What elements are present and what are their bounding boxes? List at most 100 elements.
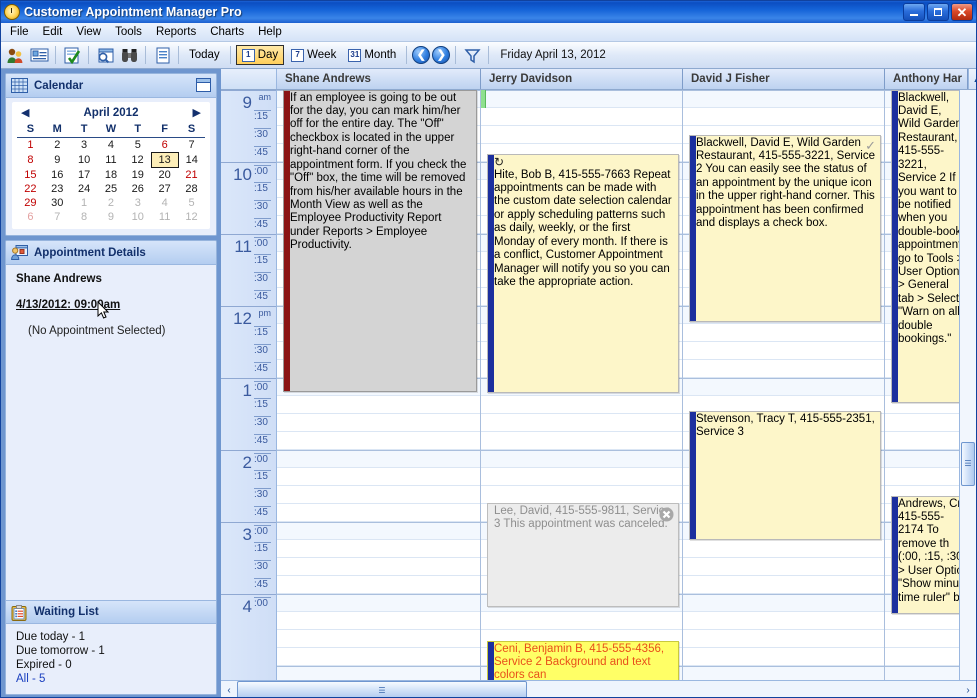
calendar-day[interactable]: 2 <box>44 138 71 153</box>
time-slot[interactable] <box>277 431 480 450</box>
time-slot[interactable] <box>277 467 480 486</box>
menu-tools[interactable]: Tools <box>108 24 149 40</box>
calendar-day[interactable]: 6 <box>151 138 178 153</box>
time-slot[interactable] <box>683 341 884 360</box>
calendar-day[interactable]: 9 <box>98 210 125 224</box>
vertical-scroll-thumb[interactable]: ☰ <box>961 441 975 486</box>
calendar-day[interactable]: 4 <box>151 196 178 210</box>
horizontal-scrollbar[interactable]: ‹ ☰ › <box>221 680 976 697</box>
menu-charts[interactable]: Charts <box>203 24 251 40</box>
scroll-right-icon[interactable]: › <box>960 681 976 697</box>
time-slot[interactable] <box>481 611 682 630</box>
previous-day-icon[interactable]: ❮ <box>412 46 431 64</box>
calendar-day[interactable]: 12 <box>178 210 205 224</box>
filter-icon[interactable] <box>461 44 483 66</box>
calendar-day[interactable]: 25 <box>98 182 125 196</box>
close-button[interactable]: ✕ <box>951 3 973 21</box>
calendar-day[interactable]: 17 <box>71 168 98 183</box>
calendar-day[interactable]: 18 <box>98 168 125 183</box>
menu-view[interactable]: View <box>69 24 108 40</box>
time-slot[interactable] <box>683 539 884 558</box>
appointment-column-david-j-fisher[interactable]: ✓ Blackwell, David E, Wild Garden Restaur… <box>683 89 885 680</box>
time-slot[interactable] <box>481 485 682 504</box>
calendar-day[interactable]: 15 <box>17 168 44 183</box>
calendar-day[interactable]: 11 <box>98 153 125 168</box>
calendar-day[interactable]: 28 <box>178 182 205 196</box>
waiting-due-tomorrow[interactable]: Due tomorrow - 1 <box>16 644 206 658</box>
time-slot[interactable] <box>481 413 682 432</box>
calendar-day[interactable]: 11 <box>151 210 178 224</box>
calendar-day[interactable]: 7 <box>178 138 205 153</box>
notes-icon[interactable] <box>151 44 173 66</box>
time-slot[interactable] <box>277 629 480 648</box>
calendar-day[interactable]: 7 <box>44 210 71 224</box>
time-slot[interactable] <box>277 521 480 540</box>
appointment-ceni-benjamin[interactable]: Ceni, Benjamin B, 415-555-4356, Service … <box>487 640 679 680</box>
time-slot[interactable] <box>481 125 682 144</box>
appointment-lee-david-canceled[interactable]: Lee, David, 415-555-9811, Service 3 This… <box>487 502 679 607</box>
menu-help[interactable]: Help <box>251 24 289 40</box>
time-slot[interactable] <box>277 611 480 630</box>
calendar-prev-month-icon[interactable]: ◀ <box>21 106 29 119</box>
scroll-up-icon[interactable]: ▲ <box>968 69 976 89</box>
week-view-button[interactable]: 7 Week <box>286 45 341 65</box>
waiting-expired[interactable]: Expired - 0 <box>16 658 206 672</box>
time-slot[interactable] <box>683 359 884 378</box>
time-slot[interactable] <box>481 107 682 126</box>
calendar-next-month-icon[interactable]: ▶ <box>193 106 201 119</box>
time-slot[interactable] <box>683 611 884 630</box>
column-header-anthony-harris[interactable]: Anthony Har <box>885 69 968 89</box>
column-header-david-j-fisher[interactable]: David J Fisher <box>683 69 885 89</box>
contact-card-icon[interactable] <box>28 44 50 66</box>
time-slot[interactable] <box>683 377 884 396</box>
calendar-day[interactable]: 3 <box>71 138 98 153</box>
menu-edit[interactable]: Edit <box>36 24 70 40</box>
task-list-icon[interactable] <box>61 44 83 66</box>
calendar-day[interactable]: 3 <box>124 196 151 210</box>
horizontal-scroll-thumb[interactable]: ☰ <box>237 681 527 697</box>
time-slot[interactable] <box>277 539 480 558</box>
calendar-day[interactable]: 8 <box>71 210 98 224</box>
calendar-day[interactable]: 5 <box>178 196 205 210</box>
horizontal-scroll-track[interactable]: ☰ <box>237 681 960 697</box>
appointment-column-shane-andrews[interactable]: If an employee is going to be out for th… <box>277 89 481 680</box>
menu-reports[interactable]: Reports <box>149 24 203 40</box>
time-slot[interactable] <box>277 485 480 504</box>
details-date-time[interactable]: 4/13/2012: 09:00am <box>16 299 206 311</box>
menu-file[interactable]: File <box>3 24 36 40</box>
calendar-day[interactable]: 6 <box>17 210 44 224</box>
calendar-day[interactable]: 30 <box>44 196 71 210</box>
cancel-x-icon[interactable] <box>659 507 674 524</box>
calendar-day[interactable]: 29 <box>17 196 44 210</box>
time-slot[interactable] <box>683 557 884 576</box>
appointment-stevenson-tracy[interactable]: Stevenson, Tracy T, 415-555-2351, Servic… <box>689 410 881 540</box>
today-button[interactable]: Today <box>184 45 225 65</box>
calendar-day[interactable]: 24 <box>71 182 98 196</box>
calendar-day[interactable]: 27 <box>151 182 178 196</box>
find-appointment-icon[interactable] <box>94 44 116 66</box>
waiting-all-link[interactable]: All - 5 <box>16 672 206 686</box>
time-slot[interactable] <box>683 647 884 666</box>
calendar-day[interactable]: 23 <box>44 182 71 196</box>
month-view-button[interactable]: 31 Month <box>343 45 401 65</box>
time-slot[interactable] <box>277 449 480 468</box>
scroll-left-icon[interactable]: ‹ <box>221 681 237 697</box>
calendar-day-selected[interactable]: 13 <box>150 152 179 168</box>
time-slot[interactable] <box>481 395 682 414</box>
time-slot[interactable] <box>277 665 480 680</box>
time-slot[interactable] <box>481 431 682 450</box>
appointment-column-jerry-davidson[interactable]: ↻ Hite, Bob B, 415-555-7663 Repeat appoin… <box>481 89 683 680</box>
calendar-day[interactable]: 4 <box>98 138 125 153</box>
time-slot[interactable] <box>277 503 480 522</box>
time-slot[interactable] <box>683 665 884 680</box>
time-slot[interactable] <box>481 449 682 468</box>
calendar-day[interactable]: 21 <box>178 168 205 183</box>
customers-icon[interactable] <box>4 44 26 66</box>
minimize-button[interactable] <box>903 3 925 21</box>
time-slot[interactable] <box>683 107 884 126</box>
day-view-button[interactable]: 1 Day <box>235 45 285 65</box>
calendar-day[interactable]: 1 <box>71 196 98 210</box>
column-header-shane-andrews[interactable]: Shane Andrews <box>277 69 481 89</box>
time-slot[interactable] <box>277 593 480 612</box>
time-slot[interactable] <box>683 629 884 648</box>
